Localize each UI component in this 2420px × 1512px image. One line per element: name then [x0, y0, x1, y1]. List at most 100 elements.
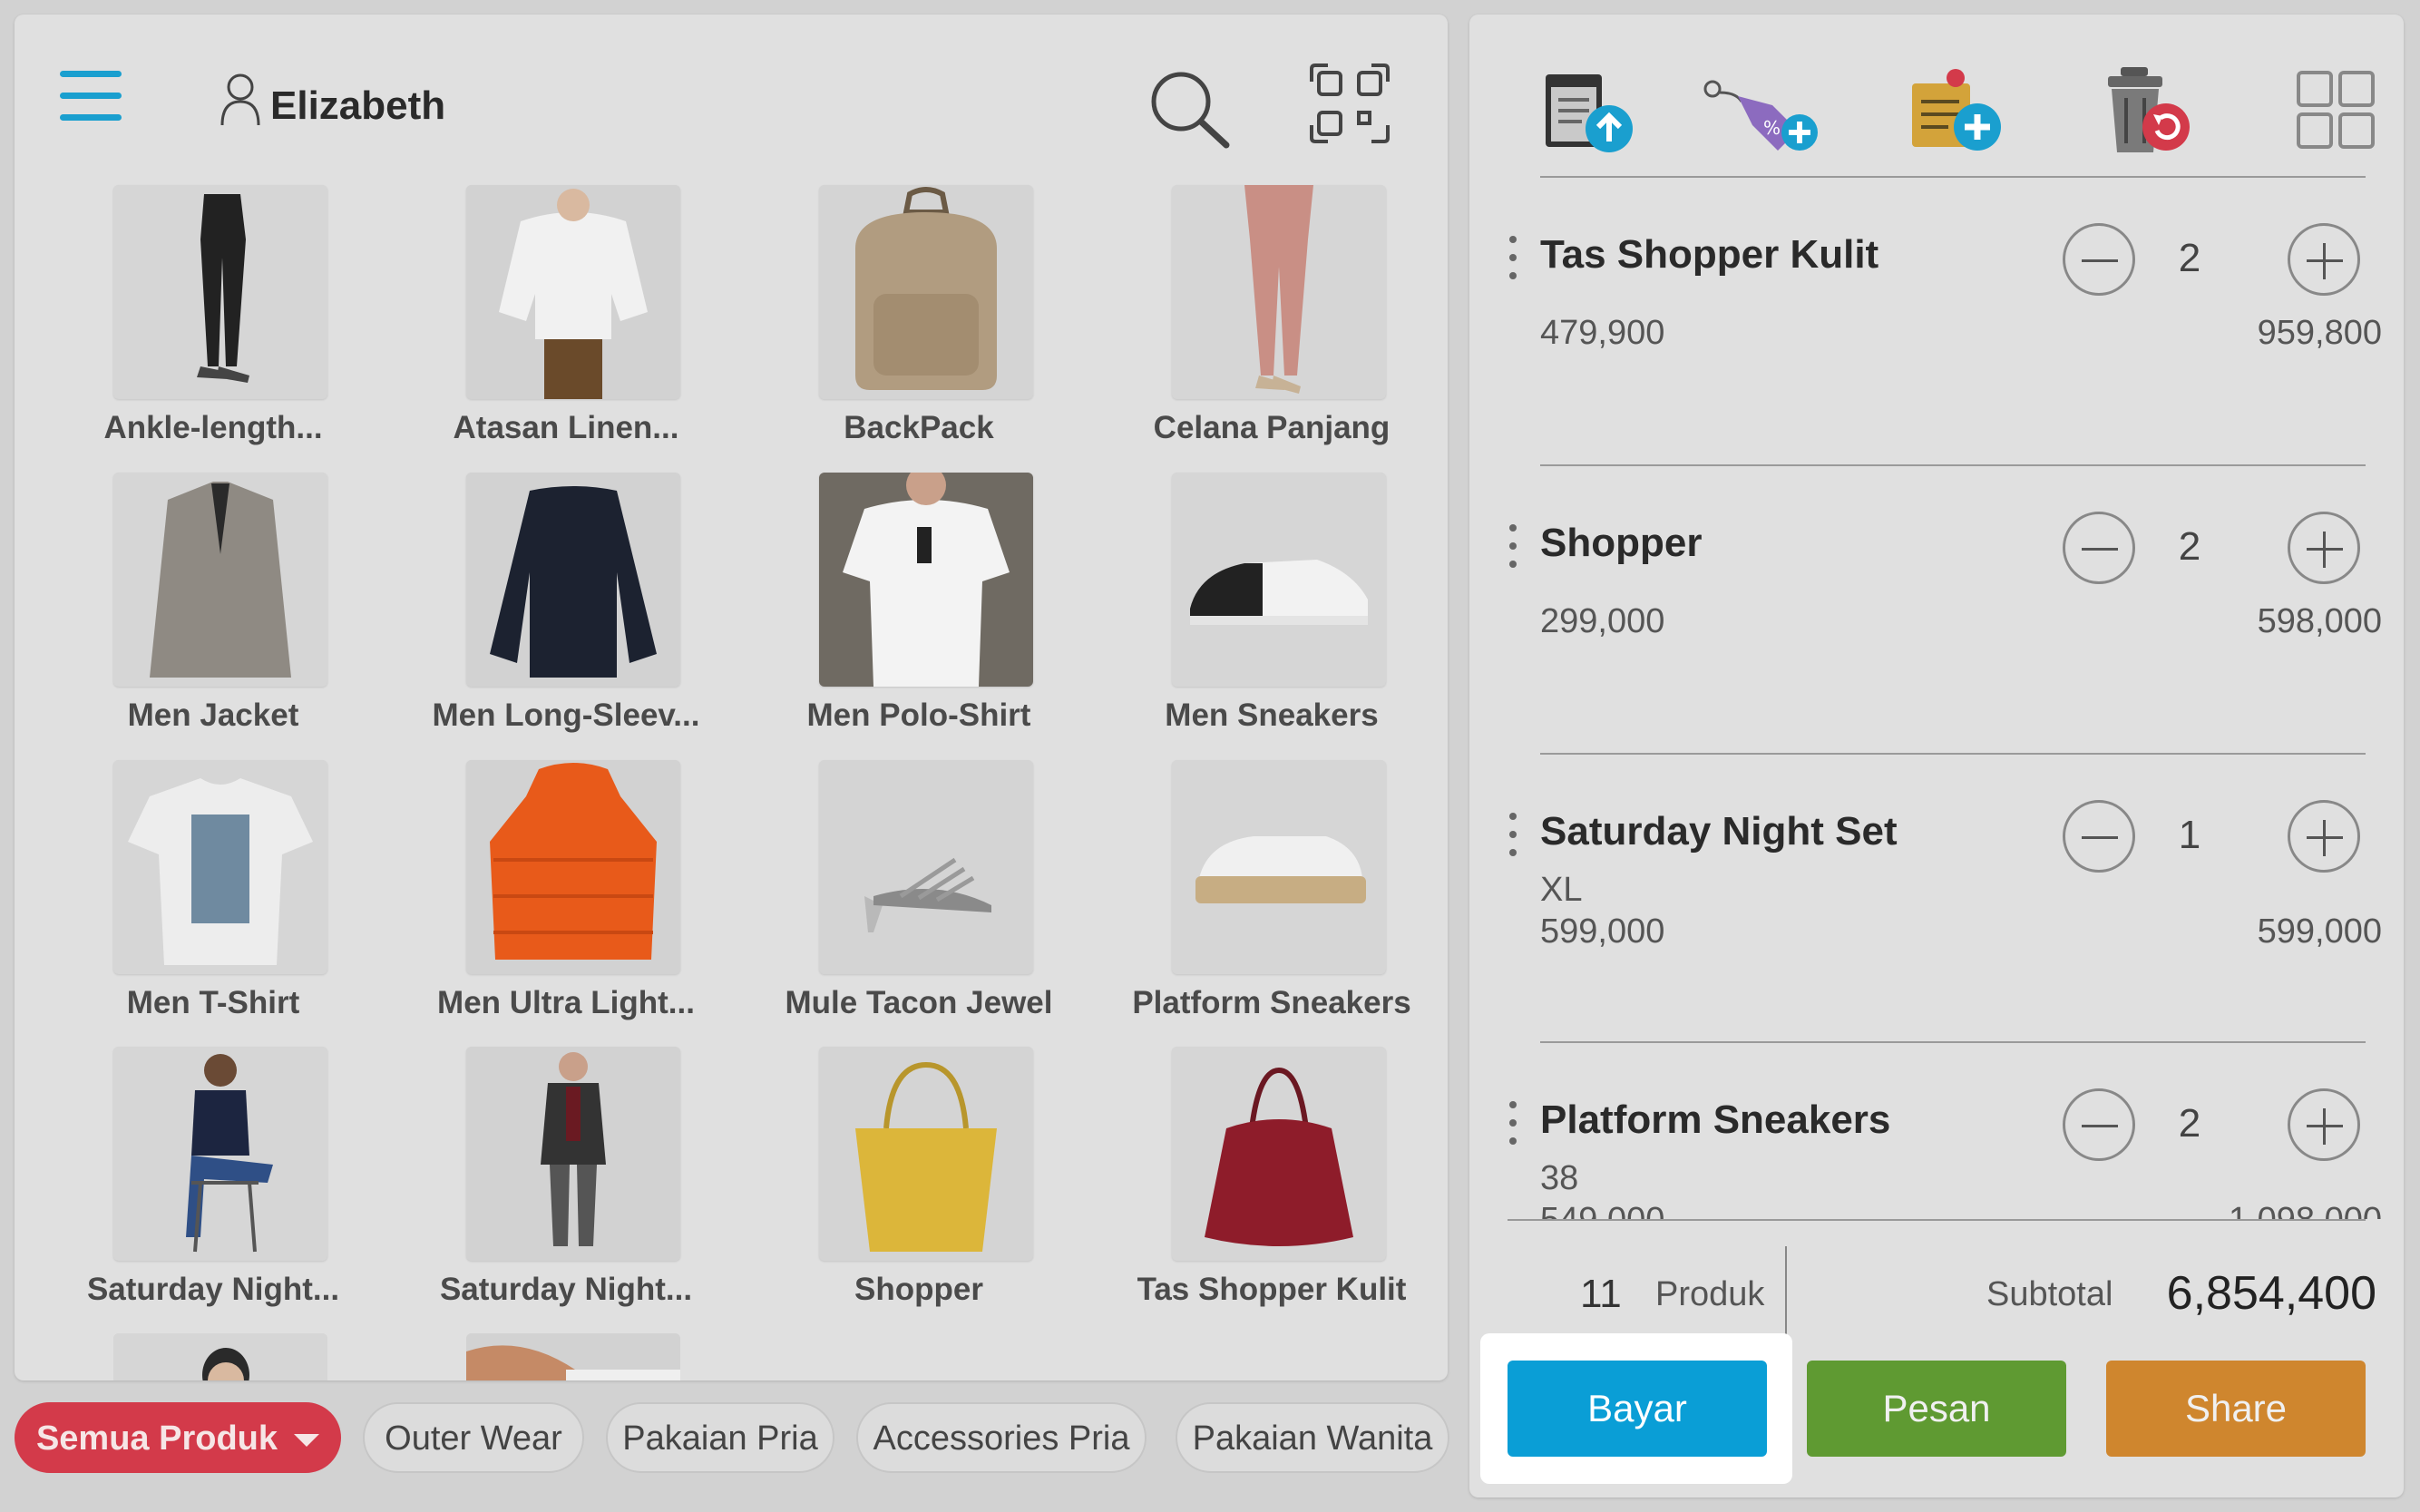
- product-name: Men T-Shirt: [126, 985, 300, 1020]
- product-card[interactable]: Men Polo-Shirt: [742, 473, 1096, 745]
- cart-item-price: 479,900: [1540, 314, 1665, 352]
- product-image: [819, 1047, 1033, 1261]
- product-image: [819, 473, 1033, 687]
- grid-view-icon[interactable]: [2286, 65, 2386, 156]
- product-name: Celana Panjang: [1153, 410, 1391, 445]
- divider: [1540, 1041, 2366, 1043]
- decrease-qty-button[interactable]: [2063, 512, 2135, 584]
- discount-tag-icon[interactable]: %: [1700, 65, 1823, 156]
- product-card[interactable]: Saturday Night...: [389, 1047, 743, 1319]
- increase-qty-button[interactable]: [2288, 800, 2360, 873]
- product-image: [1172, 473, 1386, 687]
- increase-qty-button[interactable]: [2288, 1088, 2360, 1161]
- product-card[interactable]: Celana Panjang: [1095, 185, 1448, 457]
- product-name: Saturday Night...: [439, 1272, 693, 1307]
- drag-handle-icon[interactable]: [1509, 524, 1517, 575]
- product-card[interactable]: Men Ultra Light...: [389, 760, 743, 1032]
- product-image: [1172, 1047, 1386, 1261]
- product-image: [113, 473, 327, 687]
- category-pakaian-wanita[interactable]: Pakaian Wanita: [1176, 1402, 1449, 1473]
- product-name: Tas Shopper Kulit: [1137, 1272, 1407, 1307]
- order-button[interactable]: Pesan: [1807, 1361, 2066, 1457]
- product-card[interactable]: Men Long-Sleev...: [389, 473, 743, 745]
- product-image: [113, 185, 327, 399]
- add-note-icon[interactable]: [1905, 65, 2005, 156]
- product-card[interactable]: Men T-Shirt: [36, 760, 390, 1032]
- category-semua-produk[interactable]: Semua Produk: [15, 1402, 341, 1473]
- upload-order-icon[interactable]: [1537, 65, 1636, 156]
- cart-item-total: 959,800: [2257, 314, 2382, 352]
- increase-qty-button[interactable]: [2288, 512, 2360, 584]
- product-card[interactable]: Ankle-length...: [36, 185, 390, 457]
- product-card[interactable]: BackPack: [742, 185, 1096, 457]
- increase-qty-button[interactable]: [2288, 223, 2360, 296]
- product-card[interactable]: Atasan Linen...: [389, 185, 743, 457]
- divider: [1540, 464, 2366, 466]
- menu-icon[interactable]: [60, 71, 123, 122]
- pay-button[interactable]: Bayar: [1508, 1361, 1767, 1457]
- subtotal-label: Subtotal: [1986, 1275, 2113, 1313]
- product-name: BackPack: [844, 410, 994, 445]
- product-name: Platform Sneakers: [1132, 985, 1411, 1020]
- decrease-qty-button[interactable]: [2063, 1088, 2135, 1161]
- product-image: [466, 185, 680, 399]
- product-image: [113, 760, 327, 974]
- cart-item-price: 549,000: [1540, 1201, 1664, 1219]
- category-accessories-pria[interactable]: Accessories Pria: [856, 1402, 1147, 1473]
- cart-item-qty: 1: [2178, 813, 2201, 857]
- cart-item-qty: 2: [2178, 236, 2201, 280]
- clear-cart-icon[interactable]: [2095, 65, 2195, 156]
- product-image-partial: [113, 1333, 327, 1380]
- drag-handle-icon[interactable]: [1509, 236, 1517, 287]
- product-panel: Elizabeth Ankle-length... Atasan Linen..…: [15, 15, 1448, 1380]
- product-card[interactable]: Tas Shopper Kulit: [1095, 1047, 1448, 1319]
- product-card[interactable]: Platform Sneakers: [1095, 760, 1448, 1032]
- product-card[interactable]: Men Sneakers: [1095, 473, 1448, 745]
- decrease-qty-button[interactable]: [2063, 800, 2135, 873]
- share-button[interactable]: Share: [2106, 1361, 2366, 1457]
- product-card[interactable]: Men Jacket: [36, 473, 390, 745]
- subtotal-value: 6,854,400: [2166, 1267, 2376, 1320]
- cart-panel: % Tas Shopper Kulit 2 479,900 959,800 Sh…: [1469, 15, 2404, 1497]
- category-outer-wear[interactable]: Outer Wear: [363, 1402, 584, 1473]
- cart-item-clip: Platform Sneakers 2 38 549,000 1,098,000: [1469, 1067, 2404, 1219]
- search-icon[interactable]: [1147, 67, 1234, 154]
- product-count-label: Produk: [1655, 1275, 1765, 1313]
- product-card[interactable]: Saturday Night...: [36, 1047, 390, 1319]
- product-image: [819, 760, 1033, 974]
- product-image: [113, 1047, 327, 1261]
- cart-item[interactable]: Saturday Night Set 1 XL 599,000 599,000: [1469, 782, 2404, 1054]
- product-image-partial: [466, 1333, 680, 1380]
- cart-item-name: Shopper: [1540, 521, 1703, 565]
- product-image: [1172, 760, 1386, 974]
- drag-handle-icon[interactable]: [1509, 1101, 1517, 1152]
- product-name: Mule Tacon Jewel: [785, 985, 1053, 1020]
- cart-item[interactable]: Tas Shopper Kulit 2 479,900 959,800: [1469, 205, 2404, 477]
- product-card[interactable]: Mule Tacon Jewel: [742, 760, 1096, 1032]
- cart-item-price: 599,000: [1540, 912, 1665, 951]
- drag-handle-icon[interactable]: [1509, 813, 1517, 863]
- product-image: [466, 473, 680, 687]
- cart-item-variant: 38: [1540, 1159, 1579, 1197]
- cart-item-name: Platform Sneakers: [1540, 1097, 1891, 1142]
- product-card[interactable]: Shopper: [742, 1047, 1096, 1319]
- cart-item-qty: 2: [2178, 524, 2201, 569]
- category-pakaian-pria[interactable]: Pakaian Pria: [606, 1402, 834, 1473]
- cart-item[interactable]: Shopper 2 299,000 598,000: [1469, 493, 2404, 766]
- chevron-down-icon: [294, 1433, 320, 1447]
- product-name: Atasan Linen...: [453, 410, 679, 445]
- cart-item-total: 1,098,000: [2229, 1201, 2382, 1219]
- divider: [1540, 753, 2366, 755]
- product-count: 11: [1580, 1272, 1622, 1316]
- product-name: Ankle-length...: [103, 410, 323, 445]
- product-name: Men Polo-Shirt: [806, 697, 1031, 733]
- cart-item[interactable]: Platform Sneakers 2 38 549,000 1,098,000: [1469, 1070, 2404, 1219]
- decrease-qty-button[interactable]: [2063, 223, 2135, 296]
- product-image: [1172, 185, 1386, 399]
- divider: [1540, 176, 2366, 178]
- product-name: Men Long-Sleev...: [432, 697, 700, 733]
- cart-item-price: 299,000: [1540, 602, 1665, 640]
- product-image: [466, 1047, 680, 1261]
- product-image: [466, 760, 680, 974]
- barcode-scan-icon[interactable]: [1310, 63, 1390, 143]
